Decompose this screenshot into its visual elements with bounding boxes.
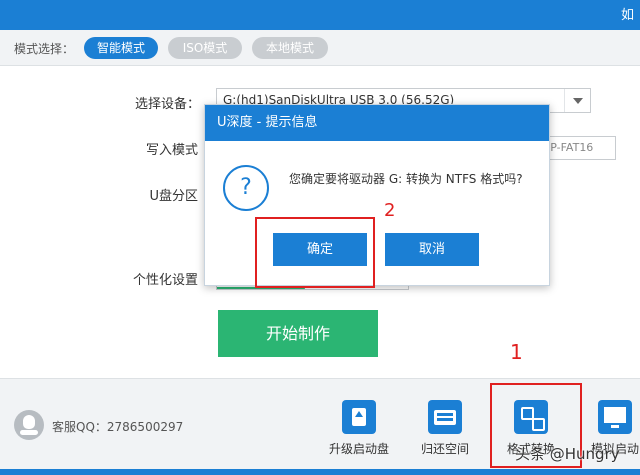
title-text: 如 xyxy=(620,8,634,23)
qq-support-text: 客服QQ：2786500297 xyxy=(52,420,184,434)
title-bar: 如 xyxy=(0,0,640,30)
bottom-strip xyxy=(0,469,640,475)
mode-bar: 模式选择： 智能模式 ISO模式 本地模式 xyxy=(0,30,640,66)
annotation-box-2 xyxy=(255,217,375,288)
mode-smart-button[interactable]: 智能模式 xyxy=(84,37,158,59)
dialog-message: 您确定要将驱动器 G: 转换为 NTFS 格式吗? xyxy=(289,172,523,186)
partition-label: U盘分区 xyxy=(149,189,198,204)
mode-iso-button[interactable]: ISO模式 xyxy=(168,37,242,59)
restore-space-tool[interactable]: 归还空间 xyxy=(414,396,476,456)
upgrade-usb-label: 升级启动盘 xyxy=(328,442,389,456)
app-window: 如 模式选择： 智能模式 ISO模式 本地模式 选择设备： G:(hd1)San… xyxy=(0,0,640,475)
chevron-down-icon[interactable] xyxy=(564,89,590,112)
filesystem-select[interactable]: IP-FAT16 xyxy=(540,136,616,160)
annotation-number-2: 2 xyxy=(384,200,396,221)
upgrade-usb-icon xyxy=(342,400,376,434)
mode-local-button[interactable]: 本地模式 xyxy=(252,37,328,59)
dialog-title: U深度 - 提示信息 xyxy=(205,105,549,141)
start-button[interactable]: 开始制作 xyxy=(218,310,378,357)
question-icon: ? xyxy=(223,165,269,211)
annotation-number-1: 1 xyxy=(510,340,523,364)
qq-avatar-icon xyxy=(14,410,44,440)
write-mode-label: 写入模式 xyxy=(145,143,198,158)
mode-label: 模式选择： xyxy=(14,42,75,56)
watermark: 头条 @Hungry xyxy=(515,445,620,463)
restore-space-label: 归还空间 xyxy=(420,442,469,456)
personalize-label: 个性化设置 xyxy=(132,273,198,288)
device-label: 选择设备： xyxy=(134,97,200,112)
restore-space-icon xyxy=(428,400,462,434)
simulate-boot-icon xyxy=(598,400,632,434)
upgrade-usb-tool[interactable]: 升级启动盘 xyxy=(328,396,390,456)
cancel-button[interactable]: 取消 xyxy=(385,233,479,266)
